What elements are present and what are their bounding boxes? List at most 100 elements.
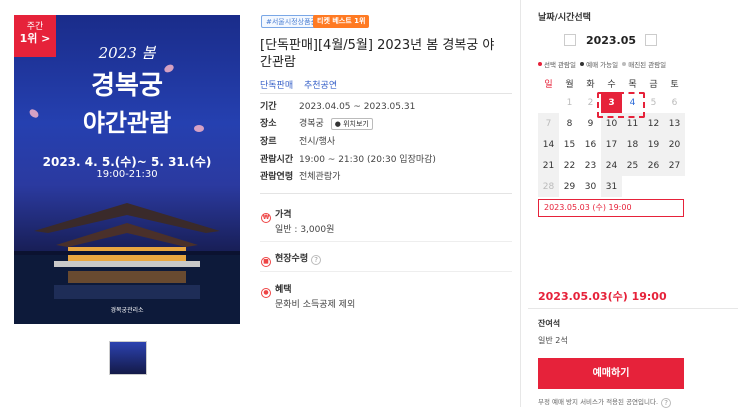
rank-badge-top: 주간 [26, 22, 44, 32]
map-button[interactable]: ● 위치보기 [330, 118, 373, 130]
calendar-day: 6 [671, 97, 678, 108]
calendar-day[interactable]: 24 [601, 155, 622, 176]
info-genre-value: 전시/행사 [299, 137, 336, 147]
divider [260, 93, 512, 94]
info-age-value: 전체관람가 [299, 172, 341, 182]
palace-illustration [14, 203, 240, 324]
calendar-day[interactable]: 30 [580, 176, 601, 197]
sale-value[interactable]: 추천공연 [304, 81, 337, 91]
calendar-day[interactable]: 27 [664, 155, 685, 176]
info-period-key: 기간 [260, 102, 277, 112]
rank-badge-value: 1위 > [19, 32, 51, 45]
calendar-day[interactable]: 29 [559, 176, 580, 197]
time-option[interactable]: 2023.05.03 (수) 19:00 [538, 199, 684, 217]
calendar-legend: 선택 관람일 예매 가능일 매진된 관람일 [538, 59, 666, 69]
selected-dot-icon [538, 62, 542, 66]
weekday: 토 [670, 79, 679, 90]
calendar-day[interactable]: 19 [643, 134, 664, 155]
calendar-day[interactable]: 14 [538, 134, 559, 155]
poster-date-range: 2023. 4. 5.(수)~ 5. 31.(수) [42, 155, 212, 169]
calendar-day: 1 [566, 97, 573, 108]
benefit-heading-label: 혜택 [275, 285, 292, 295]
price-heading: ₩ 가격 [261, 207, 292, 223]
poster-thumbnail[interactable] [109, 341, 147, 375]
poster-image: 2023 봄 경복궁 야간관람 2023. 4. 5.(수)~ 5. 31.(수… [14, 15, 240, 324]
tag-best[interactable]: 티켓 베스트 1위 [313, 15, 370, 28]
onsite-heading: ■ 현장수령? [261, 251, 322, 267]
info-period-value: 2023.04.05 ~ 2023.05.31 [299, 102, 416, 112]
calendar-day-empty [538, 92, 559, 113]
calendar-day[interactable]: 25 [622, 155, 643, 176]
selected-datetime: 2023.05.03(수) 19:00 [538, 290, 667, 303]
poster-title-sub: 야간관람 [82, 108, 172, 137]
divider [260, 241, 512, 242]
date-time-label: 날짜/시간선택 [538, 13, 591, 23]
legend-soldout: 매진된 관람일 [628, 61, 667, 69]
divider [528, 308, 738, 309]
onsite-heading-label: 현장수령 [275, 254, 309, 264]
won-icon: ₩ [261, 213, 271, 223]
calendar-day[interactable]: 21 [538, 155, 559, 176]
seat-label: 잔여석 [538, 319, 561, 328]
calendar-weekday-row: 일 월 화 수 목 금 토 [538, 74, 685, 92]
poster-title-main: 경복궁 [91, 71, 163, 101]
legend-available: 예매 가능일 [586, 61, 619, 69]
calendar-day[interactable]: 22 [559, 155, 580, 176]
benefit-icon: ● [261, 288, 271, 298]
divider [260, 271, 512, 272]
selection-highlight [597, 92, 645, 118]
price-value: 일반 : 3,000원 [275, 225, 335, 235]
product-title: [단독판매][4월/5월] 2023년 봄 경복궁 야간관람 [260, 38, 495, 70]
info-time-key: 관람시간 [260, 155, 294, 165]
calendar-day[interactable]: 17 [601, 134, 622, 155]
weekday: 월 [565, 79, 574, 90]
calendar-day-empty [664, 176, 685, 197]
map-button-label: 위치보기 [343, 120, 369, 128]
benefit-value: 문화비 소득공제 제외 [275, 300, 356, 310]
calendar-day-empty [643, 176, 664, 197]
booking-notice: 부정 예매 방지 서비스가 적용된 공연입니다.? [538, 396, 672, 408]
divider [260, 193, 512, 194]
info-time-value: 19:00 ~ 21:30 (20:30 입장마감) [299, 155, 436, 165]
prev-month-button[interactable] [564, 34, 576, 46]
calendar-day[interactable]: 31 [601, 176, 622, 197]
calendar-day[interactable]: 16 [580, 134, 601, 155]
available-dot-icon [580, 62, 585, 66]
info-place-key: 장소 [260, 119, 277, 129]
poster-org: 경복궁관리소 [110, 307, 144, 314]
sale-info: 단독판매 추천공연 [260, 78, 337, 91]
info-age-key: 관람연령 [260, 172, 294, 182]
calendar-day[interactable]: 23 [580, 155, 601, 176]
weekly-rank-badge[interactable]: 주간 1위 > [14, 15, 56, 57]
calendar-day[interactable]: 13 [664, 113, 685, 134]
book-button[interactable]: 예매하기 [538, 358, 684, 389]
calendar-day[interactable]: 18 [622, 134, 643, 155]
calendar-day: 28 [538, 176, 559, 197]
calendar-day[interactable]: 12 [643, 113, 664, 134]
info-place-value-wrap: 경복궁 ● 위치보기 [299, 118, 373, 130]
calendar-day: 5 [650, 97, 657, 108]
next-month-button[interactable] [645, 34, 657, 46]
benefit-heading: ● 혜택 [261, 282, 292, 298]
calendar-day[interactable]: 8 [559, 113, 580, 134]
weekday: 일 [544, 79, 553, 90]
price-heading-label: 가격 [275, 210, 292, 220]
legend-selected: 선택 관람일 [544, 61, 576, 69]
calendar-day-empty [622, 176, 643, 197]
calendar-day[interactable]: 26 [643, 155, 664, 176]
info-genre-key: 장르 [260, 137, 277, 147]
column-divider [520, 0, 521, 407]
weekday: 화 [586, 79, 595, 90]
poster-time-range: 19:00-21:30 [96, 169, 158, 180]
calendar-day[interactable]: 15 [559, 134, 580, 155]
weekday: 목 [628, 79, 637, 90]
calendar-day[interactable]: 20 [664, 134, 685, 155]
calendar-month: 2023.05 [585, 34, 637, 47]
info-place-value: 경복궁 [299, 119, 324, 129]
weekday: 수 [607, 79, 616, 90]
sale-label: 단독판매 [260, 81, 294, 91]
weekday: 금 [649, 79, 658, 90]
ticket-icon: ■ [261, 257, 271, 267]
help-icon[interactable]: ? [311, 255, 322, 265]
calendar-day: 7 [538, 113, 559, 134]
